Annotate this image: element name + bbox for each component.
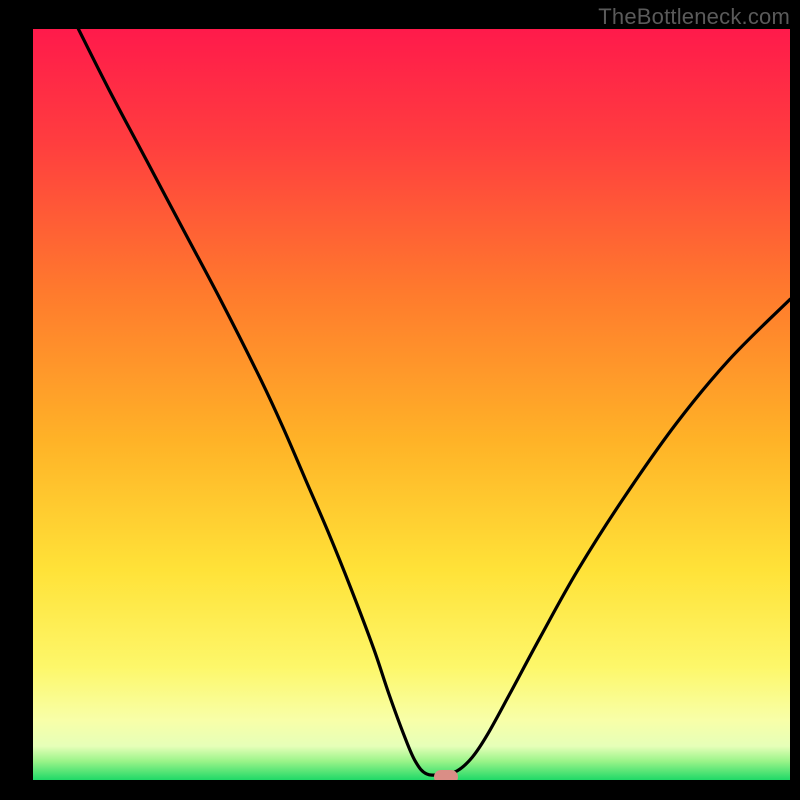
gradient-background [33,29,790,780]
attribution-text: TheBottleneck.com [598,4,790,30]
plot-svg [33,29,790,780]
optimal-point-marker [434,770,458,780]
chart-frame: TheBottleneck.com [0,0,800,800]
plot-area [33,29,790,780]
